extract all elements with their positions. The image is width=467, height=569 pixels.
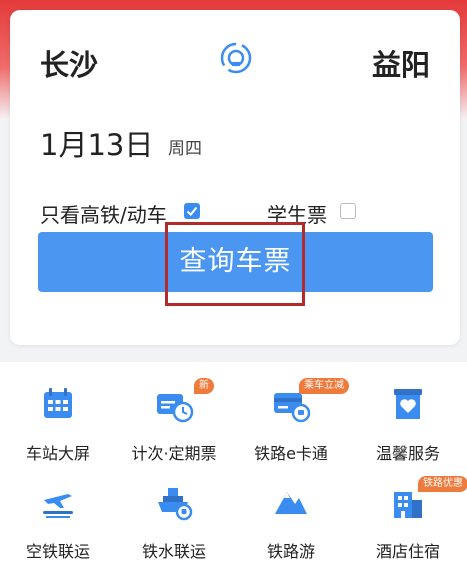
high-speed-only-label[interactable]: 只看高铁/动车 (40, 199, 167, 228)
ticket-clock-icon (157, 394, 194, 423)
service-label: 铁路游 (266, 542, 315, 561)
from-station[interactable]: 长沙 (40, 42, 98, 84)
swap-stations-icon[interactable] (218, 40, 254, 76)
service-label: 空铁联运 (25, 542, 90, 561)
service-hotel[interactable]: 铁路优惠 酒店住宿 (350, 476, 467, 569)
ride-discount-badge: 乘车立减 (299, 378, 349, 394)
heart-service-icon (394, 389, 422, 419)
service-label: 计次·定期票 (131, 444, 217, 463)
query-tickets-button[interactable]: 查询车票 (38, 232, 433, 292)
service-warm-service[interactable]: 温馨服务 (350, 384, 466, 474)
high-speed-only-checkbox[interactable] (184, 203, 200, 219)
service-rail-travel[interactable]: 铁路游 (233, 482, 349, 569)
service-label: 酒店住宿 (375, 542, 440, 561)
service-air-rail[interactable]: 空铁联运 (0, 482, 116, 569)
service-label: 铁水联运 (141, 542, 206, 561)
services-grid: 车站大屏 新 计次·定期票 乘车立减 铁路e卡通 温馨服务 空铁联运 铁水联运 … (0, 362, 467, 569)
ticket-search-card: 长沙 益阳 1月13日 周四 只看高铁/动车 学生票 查询车票 (10, 10, 460, 345)
ship-train-icon (158, 488, 193, 521)
query-tickets-label: 查询车票 (179, 246, 292, 277)
service-label: 铁路e卡通 (254, 444, 328, 463)
rail-discount-badge: 铁路优惠 (418, 476, 467, 492)
service-count-period-ticket[interactable]: 新 计次·定期票 (116, 378, 232, 474)
plane-train-icon (43, 494, 73, 518)
service-station-screen[interactable]: 车站大屏 (0, 384, 116, 474)
service-rail-water[interactable]: 铁水联运 (116, 482, 232, 569)
new-badge: 新 (194, 378, 214, 394)
departure-weekday: 周四 (168, 139, 202, 159)
service-rail-e-card[interactable]: 乘车立减 铁路e卡通 (233, 378, 349, 474)
student-ticket-label[interactable]: 学生票 (267, 199, 327, 228)
calendar-screen-icon (44, 388, 72, 418)
departure-date[interactable]: 1月13日 (40, 122, 153, 164)
to-station[interactable]: 益阳 (372, 42, 430, 84)
student-ticket-checkbox[interactable] (340, 203, 356, 219)
checkmark-icon (186, 206, 198, 216)
mountain-travel-icon (275, 492, 307, 514)
service-label: 车站大屏 (25, 444, 90, 463)
service-label: 温馨服务 (375, 444, 440, 463)
